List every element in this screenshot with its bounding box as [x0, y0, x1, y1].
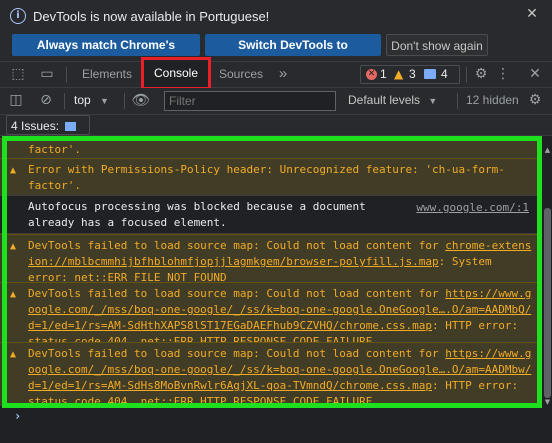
divider — [466, 67, 467, 83]
message-text: DevTools failed to load source map: Coul… — [28, 287, 446, 300]
list-item: ▲ DevTools failed to load source map: Co… — [0, 342, 539, 406]
list-item: ▲ DevTools failed to load source map: Co… — [0, 282, 539, 348]
message-text: DevTools failed to load source map: Coul… — [28, 347, 446, 360]
warning-icon: ▲ — [10, 289, 17, 300]
scroll-up-icon[interactable]: ▲ — [543, 146, 552, 154]
tab-console[interactable]: Console — [141, 57, 211, 90]
issues-label: 4 Issues: — [11, 119, 60, 133]
eye-icon[interactable]: 👁 — [130, 88, 152, 112]
info-icon: i — [10, 8, 26, 24]
message-text: Autofocus processing was blocked because… — [28, 200, 366, 229]
issue-counters[interactable]: ✕ 1 ▲ 3 4 — [360, 65, 460, 84]
dont-show-again-button[interactable]: Don't show again — [386, 34, 488, 56]
gear-icon[interactable]: ⚙ — [471, 62, 491, 86]
divider — [457, 93, 458, 109]
message-text: factor'. — [28, 143, 81, 156]
divider — [66, 67, 67, 83]
log-levels-dropdown[interactable]: Default levels ▼ — [348, 88, 453, 114]
close-icon[interactable]: ✕ — [526, 62, 544, 86]
source-link[interactable]: www.google.com/:1 — [416, 200, 529, 216]
language-infobar: i DevTools is now available in Portugues… — [0, 0, 552, 74]
more-tabs-button[interactable]: » — [272, 62, 294, 87]
warning-icon: ▲ — [10, 241, 17, 252]
list-item: factor'. — [0, 138, 539, 158]
clear-console-icon[interactable]: ⊘ — [36, 88, 56, 112]
warning-icon: ▲ — [10, 349, 17, 360]
warning-count: 3 — [409, 67, 416, 81]
warning-icon: ▲ — [10, 165, 17, 176]
scroll-down-icon[interactable]: ▼ — [543, 398, 552, 406]
always-match-language-button[interactable]: Always match Chrome's language — [12, 34, 200, 74]
message-icon — [65, 122, 77, 131]
devtools-tabbar: ⬚ ▭ Elements Console Sources » ✕ 1 ▲ 3 4… — [0, 57, 552, 90]
sidebar-toggle-icon[interactable]: ◫ — [6, 88, 26, 112]
switch-to-portuguese-button[interactable]: Switch DevTools to Portuguese — [205, 34, 381, 74]
list-item: Autofocus processing was blocked because… — [0, 196, 539, 234]
console-messages: factor'. ▲ Error with Permissions-Policy… — [0, 138, 539, 406]
tab-elements[interactable]: Elements — [78, 62, 136, 87]
error-icon: ✕ — [366, 69, 377, 80]
scrollbar-thumb[interactable] — [544, 208, 551, 398]
error-count: 1 — [380, 67, 387, 81]
chevron-down-icon: ▼ — [428, 96, 438, 106]
list-item: ▲ Error with Permissions-Policy header: … — [0, 158, 539, 196]
context-selector[interactable]: top ▼ — [74, 88, 124, 114]
message-icon — [424, 69, 436, 79]
console-prompt[interactable]: › — [14, 409, 21, 423]
infobar-message: DevTools is now available in Portuguese! — [33, 9, 270, 24]
divider — [124, 93, 125, 109]
console-toolbar: ◫ ⊘ top ▼ 👁 Default levels ▼ 12 hidden ⚙ — [0, 88, 552, 115]
list-item: ▲ DevTools failed to load source map: Co… — [0, 234, 539, 284]
issues-bar: 4 Issues: 4 — [0, 115, 552, 153]
warning-icon: ▲ — [394, 67, 404, 81]
hidden-count: 12 hidden — [466, 93, 519, 107]
device-toolbar-icon[interactable]: ▭ — [36, 62, 58, 86]
message-count: 4 — [441, 67, 448, 81]
divider — [64, 93, 65, 109]
gear-icon[interactable]: ⚙ — [526, 88, 544, 112]
inspect-element-icon[interactable]: ⬚ — [8, 62, 28, 86]
context-label: top — [74, 93, 91, 107]
log-levels-label: Default levels — [348, 93, 421, 107]
tab-sources[interactable]: Sources — [214, 62, 268, 87]
message-text: Error with Permissions-Policy header: Un… — [28, 163, 505, 192]
kebab-menu-icon[interactable]: ⋮ — [496, 62, 510, 86]
issues-button[interactable]: 4 Issues: 4 — [6, 115, 90, 153]
chevron-down-icon: ▼ — [100, 96, 109, 106]
filter-input[interactable] — [164, 91, 336, 111]
message-text: DevTools failed to load source map: Coul… — [28, 239, 446, 252]
close-icon[interactable]: ✕ — [522, 4, 542, 24]
